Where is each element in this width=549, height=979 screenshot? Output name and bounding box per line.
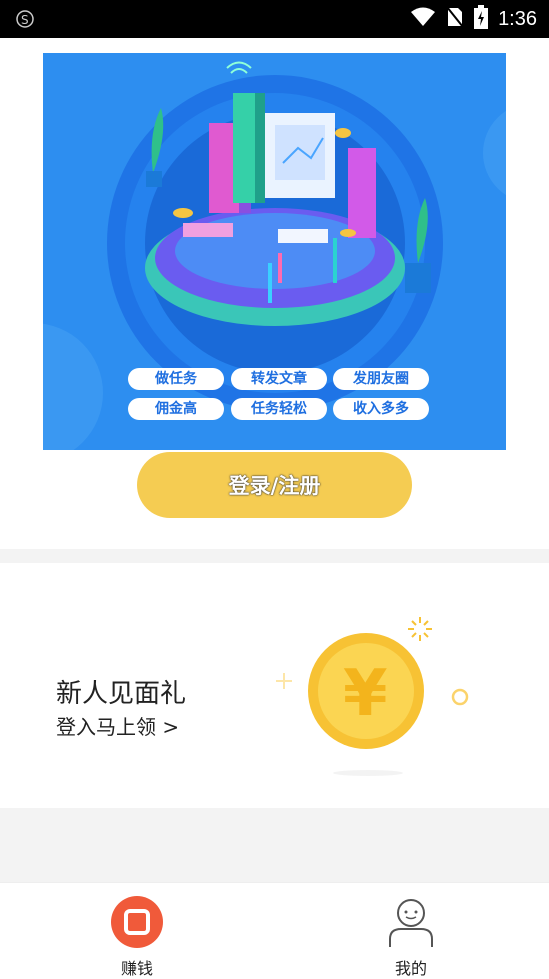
tab-label: 我的 [394, 959, 427, 978]
user-icon [389, 899, 433, 947]
status-bar: S 1:36 [0, 0, 549, 38]
hero-tag: 收入多多 [333, 398, 429, 420]
svg-text:S: S [21, 13, 29, 27]
section-divider [0, 549, 549, 563]
gift-title: 新人见面礼 [56, 679, 187, 709]
record-stop-icon [111, 896, 163, 948]
empty-gray-area [0, 808, 549, 882]
bottom-tab-bar: 赚钱 我的 [0, 882, 549, 978]
hero-tag: 做任务 [128, 368, 224, 390]
wifi-icon [410, 7, 436, 31]
gold-coin-icon: ¥ [276, 617, 469, 776]
hero-banner[interactable]: 做任务 转发文章 发朋友圈 佣金高 任务轻松 收入多多 [43, 53, 506, 450]
hero-tag: 发朋友圈 [333, 368, 429, 390]
gift-login-link[interactable]: 登入马上领 > [56, 711, 179, 740]
hero-tag: 任务轻松 [231, 398, 327, 420]
login-register-button[interactable]: 登录/注册 [137, 452, 412, 518]
no-sim-icon [446, 6, 464, 32]
tab-mine[interactable]: 我的 [351, 883, 471, 978]
battery-charging-icon [474, 5, 489, 33]
hero-illustration [43, 61, 506, 450]
hero-tag: 转发文章 [231, 368, 327, 390]
svg-text:¥: ¥ [343, 657, 388, 731]
tab-earn[interactable]: 赚钱 [77, 883, 197, 978]
new-user-gift-card[interactable]: 新人见面礼 登入马上领 > ¥ [0, 563, 549, 808]
tab-label: 赚钱 [120, 959, 153, 978]
app-notification-icon: S [14, 8, 36, 30]
status-time: 1:36 [498, 7, 537, 30]
hero-tag: 佣金高 [128, 398, 224, 420]
